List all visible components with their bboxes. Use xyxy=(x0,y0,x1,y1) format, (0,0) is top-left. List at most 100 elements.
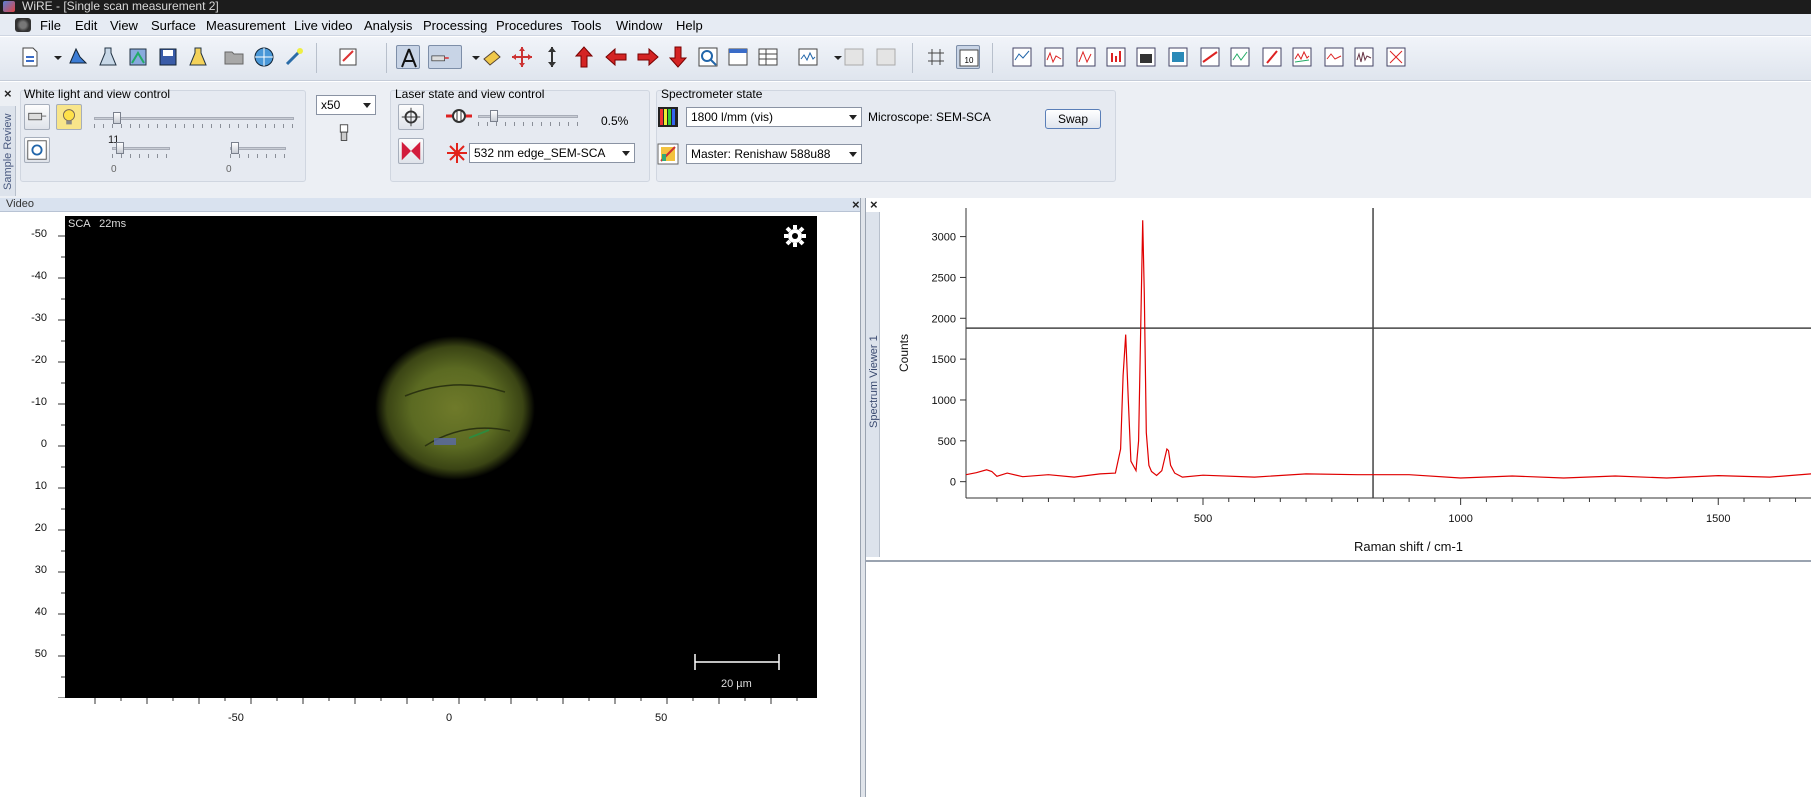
laser-shutter-icon[interactable] xyxy=(428,45,462,69)
menu-help[interactable]: Help xyxy=(676,18,703,33)
contrast-slider-thumb[interactable] xyxy=(116,142,124,154)
menu-surface[interactable]: Surface xyxy=(151,18,196,33)
video-x-axis: -50 0 50 xyxy=(65,698,817,728)
grid-tool-icon[interactable] xyxy=(924,45,948,69)
grating-select[interactable]: 1800 l/mm (vis) xyxy=(686,107,862,127)
image-window-icon[interactable] xyxy=(726,45,750,69)
swap-button[interactable]: Swap xyxy=(1045,109,1101,129)
menu-window[interactable]: Window xyxy=(616,18,662,33)
measurement-setup-icon[interactable] xyxy=(126,45,150,69)
white-light-title: White light and view control xyxy=(24,87,171,101)
menu-processing[interactable]: Processing xyxy=(423,18,487,33)
processing-3-icon[interactable] xyxy=(1074,45,1098,69)
processing-10-icon[interactable] xyxy=(1290,45,1314,69)
new-document-icon[interactable] xyxy=(18,45,42,69)
laser-shutter-button-icon[interactable] xyxy=(398,138,424,164)
arrow-down-icon[interactable] xyxy=(666,45,690,69)
spectrometer-master-icon xyxy=(657,143,679,165)
video-y-tick: 20 xyxy=(34,522,47,534)
lightbulb-icon[interactable] xyxy=(56,104,82,130)
globe-icon[interactable] xyxy=(252,45,276,69)
move-stage-icon[interactable] xyxy=(510,45,534,69)
microscope-label: Microscope: SEM-SCA xyxy=(868,110,991,124)
processing-9-icon[interactable] xyxy=(1260,45,1284,69)
video-y-tick: -40 xyxy=(31,270,47,282)
menu-live-video[interactable]: Live video xyxy=(294,18,353,33)
arrow-left-icon[interactable] xyxy=(604,45,628,69)
sample-icon[interactable] xyxy=(480,45,504,69)
export-icon[interactable] xyxy=(336,45,360,69)
spectrum-viewer-tab[interactable]: Spectrum Viewer 1 xyxy=(866,212,880,557)
spectrum-window-icon[interactable] xyxy=(796,45,820,69)
new-dropdown-icon[interactable] xyxy=(46,45,62,69)
spectrum-viewer-label: Spectrum Viewer 1 xyxy=(868,335,880,428)
processing-8-icon[interactable] xyxy=(1228,45,1252,69)
spectrum-series-line xyxy=(965,220,1811,479)
saturation-slider-thumb[interactable] xyxy=(231,142,239,154)
processing-1-icon[interactable] xyxy=(1010,45,1034,69)
spectrum-chart[interactable]: 0 500 1000 1500 2000 2500 3000 500 1000 1500 Raman… xyxy=(880,198,1811,560)
menu-procedures[interactable]: Procedures xyxy=(496,18,562,33)
laser-power-slider-thumb[interactable] xyxy=(490,110,498,122)
arrow-right-icon[interactable] xyxy=(636,45,660,69)
timer-10-icon[interactable]: 10 xyxy=(956,45,980,69)
laser-title: Laser state and view control xyxy=(395,87,545,101)
video-panel-title: Video xyxy=(6,198,34,210)
x-axis-label: Raman shift / cm-1 xyxy=(1354,539,1463,554)
menu-edit[interactable]: Edit xyxy=(75,18,97,33)
menu-tools[interactable]: Tools xyxy=(571,18,601,33)
table-window-icon[interactable] xyxy=(756,45,780,69)
menu-bar: File Edit View Surface Measurement Live … xyxy=(0,14,1811,36)
compass-icon[interactable] xyxy=(396,45,420,69)
laser-dropdown-icon[interactable] xyxy=(464,45,480,69)
camera-icon[interactable] xyxy=(24,104,50,130)
laser-select[interactable]: 532 nm edge_SEM-SCA xyxy=(469,143,635,163)
spectrum-close-icon[interactable]: × xyxy=(870,198,878,211)
laser-focus-icon[interactable] xyxy=(398,104,424,130)
laser-power-icon xyxy=(446,106,472,126)
app-icon xyxy=(3,1,15,12)
zoom-icon[interactable] xyxy=(696,45,720,69)
menu-analysis[interactable]: Analysis xyxy=(364,18,412,33)
gamma-settings-icon[interactable] xyxy=(24,137,50,163)
master-value: Master: Renishaw 588u88 xyxy=(691,147,831,161)
gear-icon[interactable] xyxy=(783,224,807,248)
menu-measurement[interactable]: Measurement xyxy=(206,18,285,33)
processing-12-icon[interactable] xyxy=(1352,45,1376,69)
disabled-tool-icon xyxy=(842,45,866,69)
open-icon[interactable] xyxy=(66,45,90,69)
objective-value: x50 xyxy=(321,98,341,112)
save-icon[interactable] xyxy=(156,45,180,69)
video-feed[interactable]: SCA 22ms 20 µm xyxy=(65,216,817,698)
objective-lens-icon[interactable] xyxy=(332,122,358,148)
spectrum-dropdown-icon[interactable] xyxy=(826,45,842,69)
processing-2-icon[interactable] xyxy=(1042,45,1066,69)
video-y-axis: -50 -40 -30 -20 -10 0 10 20 30 40 50 xyxy=(0,216,65,698)
run-icon[interactable] xyxy=(186,45,210,69)
spectrum-plot-area[interactable]: 0 500 1000 1500 2000 2500 3000 500 1000 1500 Raman… xyxy=(880,198,1811,560)
folder-icon[interactable] xyxy=(222,45,246,69)
objective-select[interactable]: x50 xyxy=(316,95,376,115)
focus-z-icon[interactable] xyxy=(540,45,564,69)
processing-5-icon[interactable] xyxy=(1134,45,1158,69)
menu-file[interactable]: File xyxy=(40,18,61,33)
window-title-bar: WiRE - [Single scan measurement 2] xyxy=(0,0,1811,14)
master-select[interactable]: Master: Renishaw 588u88 xyxy=(686,144,862,164)
arrow-up-icon[interactable] xyxy=(572,45,596,69)
processing-13-icon[interactable] xyxy=(1384,45,1408,69)
processing-7-icon[interactable] xyxy=(1198,45,1222,69)
processing-11-icon[interactable] xyxy=(1322,45,1346,69)
brightness-slider-thumb[interactable] xyxy=(113,112,121,124)
sample-review-tab[interactable]: Sample Review xyxy=(0,106,16,196)
y-tick-label: 500 xyxy=(938,436,956,448)
brightness-slider[interactable] xyxy=(94,117,294,120)
document-menu-icon[interactable] xyxy=(15,18,31,32)
processing-6-icon[interactable] xyxy=(1166,45,1190,69)
processing-4-icon[interactable] xyxy=(1104,45,1128,69)
video-close-icon[interactable]: × xyxy=(852,198,860,211)
flask-icon[interactable] xyxy=(96,45,120,69)
brightness-slider-ticks xyxy=(94,124,294,128)
menu-view[interactable]: View xyxy=(110,18,138,33)
wand-icon[interactable] xyxy=(282,45,306,69)
panel-close-icon[interactable]: × xyxy=(4,87,12,100)
